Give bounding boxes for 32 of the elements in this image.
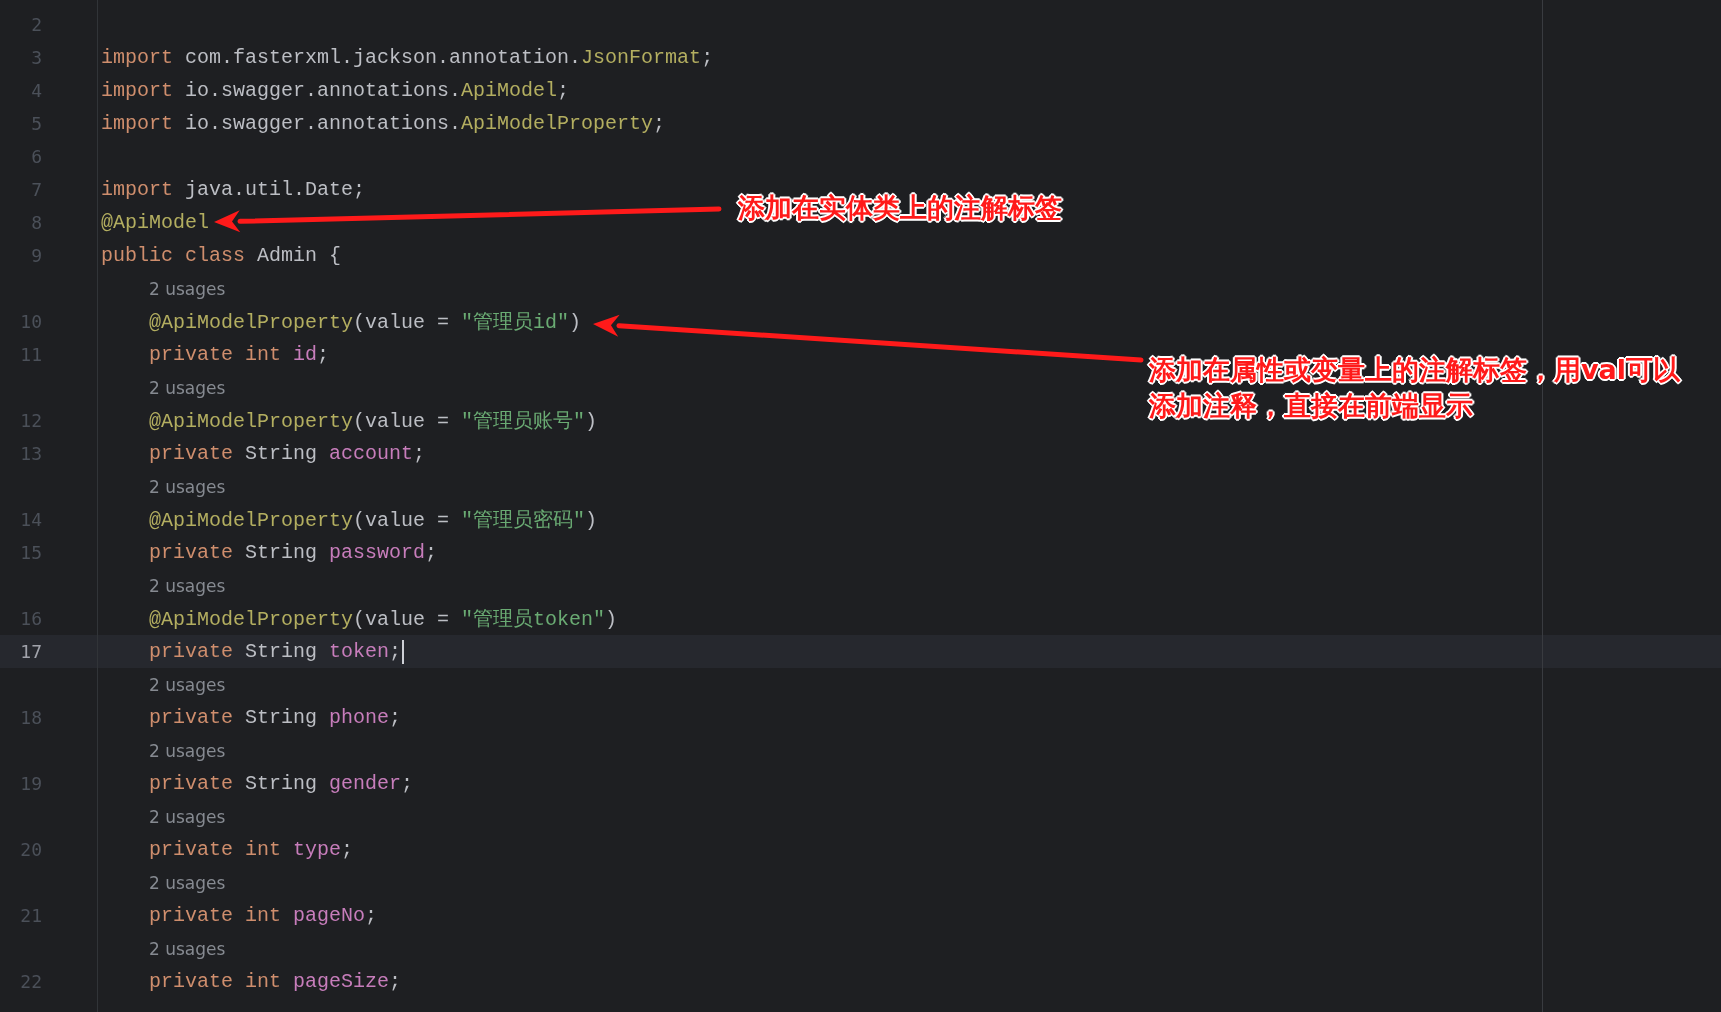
usages-hint[interactable]: 2 usages	[149, 575, 226, 596]
usages-hint[interactable]: 2 usages	[149, 476, 226, 497]
text-cursor	[402, 639, 405, 664]
code-line: import io.swagger.annotations.ApiModel;	[101, 79, 570, 102]
usages-hint[interactable]: 2 usages	[149, 806, 226, 827]
line-number: 17	[19, 641, 42, 662]
code-line: @ApiModelProperty(value = "管理员密码")	[149, 508, 598, 533]
code-line: private int id;	[149, 343, 330, 366]
code-line: private String token;	[149, 640, 402, 663]
code-line: private String account;	[149, 442, 426, 465]
code-line: public class Admin {	[101, 244, 342, 267]
usages-hint[interactable]: 2 usages	[149, 278, 226, 299]
code-line: private int type;	[149, 838, 354, 861]
code-line: @ApiModelProperty(value = "管理员token")	[149, 607, 618, 632]
annotation-label: 添加在实体类上的注解标签	[738, 191, 1062, 225]
code-line: @ApiModelProperty(value = "管理员账号")	[149, 409, 598, 434]
usages-hint[interactable]: 2 usages	[149, 674, 226, 695]
code-line: import java.util.Date;	[101, 178, 366, 201]
code-line: import com.fasterxml.jackson.annotation.JsonFormat;	[101, 46, 714, 69]
usages-hint[interactable]: 2 usages	[149, 377, 226, 398]
code-line: @ApiModelProperty(value = "管理员id")	[149, 310, 582, 335]
annotation-label: 添加在属性或变量上的注解标签，用val可以 添加注释，直接在前端显示	[1149, 353, 1681, 423]
usages-hint[interactable]: 2 usages	[149, 740, 226, 761]
code-line: import io.swagger.annotations.ApiModelProperty;	[101, 112, 666, 135]
usages-hint[interactable]: 2 usages	[149, 872, 226, 893]
code-line: private int pageNo;	[149, 904, 378, 927]
code-line: private String gender;	[149, 772, 414, 795]
code-line: private int pageSize;	[149, 970, 402, 993]
code-line: private String password;	[149, 541, 438, 564]
usages-hint[interactable]: 2 usages	[149, 938, 226, 959]
code-line: private String phone;	[149, 706, 402, 729]
code-line: @ApiModel	[101, 211, 210, 234]
